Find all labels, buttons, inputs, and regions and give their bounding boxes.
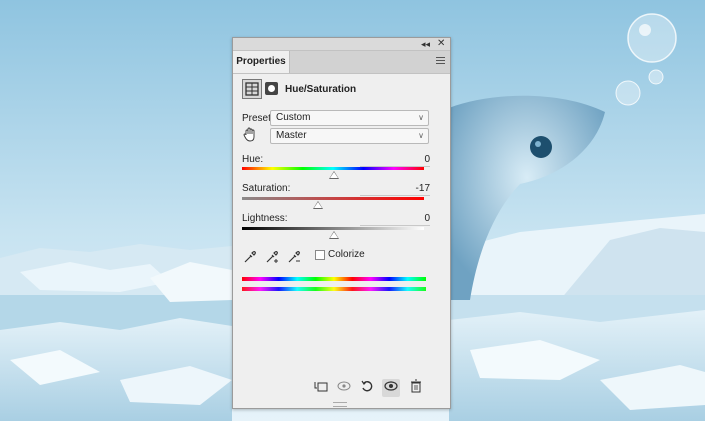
lightness-value-field[interactable]: 0 <box>360 213 430 226</box>
panel-bottom-toolbar <box>233 376 450 400</box>
adjustment-grid-icon <box>245 82 259 96</box>
clip-to-layer-icon[interactable] <box>312 379 330 397</box>
output-spectrum-bar <box>242 287 426 291</box>
panel-title-bar[interactable]: ◂◂ ✕ <box>233 38 450 51</box>
saturation-slider-thumb[interactable] <box>313 201 323 209</box>
eyedropper-subtract-icon[interactable] <box>287 250 301 267</box>
eyedropper-icon[interactable] <box>243 250 257 267</box>
reset-icon[interactable] <box>358 379 376 397</box>
layer-mask-icon[interactable] <box>265 82 278 95</box>
colorize-label: Colorize <box>328 249 365 260</box>
saturation-value-field[interactable]: -17 <box>360 183 430 196</box>
lightness-label: Lightness: <box>242 213 288 224</box>
colorize-checkbox[interactable] <box>315 250 325 260</box>
lightness-slider-thumb[interactable] <box>329 231 339 239</box>
adjustment-title: Hue/Saturation <box>285 84 357 95</box>
preset-label: Preset: <box>242 113 274 124</box>
hue-slider-thumb[interactable] <box>329 171 339 179</box>
eyedropper-add-icon[interactable] <box>265 250 279 267</box>
collapse-icon[interactable]: ◂◂ <box>421 39 430 50</box>
tab-properties[interactable]: Properties <box>233 51 290 73</box>
hue-saturation-adjustment-icon[interactable] <box>242 79 262 99</box>
channel-select[interactable]: Master ∨ <box>270 128 429 144</box>
delete-icon[interactable] <box>407 379 425 397</box>
hue-slider-track[interactable] <box>242 167 424 170</box>
channel-value: Master <box>276 130 307 141</box>
saturation-slider-track[interactable] <box>242 197 424 200</box>
lightness-slider-track[interactable] <box>242 227 424 230</box>
properties-panel: ◂◂ ✕ Properties Hue/Saturation Preset: C… <box>232 37 451 409</box>
view-previous-state-icon[interactable] <box>335 379 353 397</box>
preset-select[interactable]: Custom ∨ <box>270 110 429 126</box>
hand-icon <box>243 127 255 142</box>
hue-value-field[interactable]: 0 <box>360 154 430 167</box>
panel-menu-icon[interactable] <box>436 57 445 65</box>
preset-value: Custom <box>276 112 311 123</box>
visibility-icon[interactable] <box>382 379 400 397</box>
targeted-adjustment-hand-icon[interactable] <box>242 126 258 146</box>
saturation-label: Saturation: <box>242 183 291 194</box>
panel-resize-handle[interactable] <box>333 402 347 407</box>
input-spectrum-bar <box>242 277 426 281</box>
chevron-down-icon: ∨ <box>418 131 424 140</box>
chevron-down-icon: ∨ <box>418 113 424 122</box>
hue-label: Hue: <box>242 154 264 165</box>
panel-tab-bar: Properties <box>233 51 450 74</box>
close-icon[interactable]: ✕ <box>437 38 445 49</box>
